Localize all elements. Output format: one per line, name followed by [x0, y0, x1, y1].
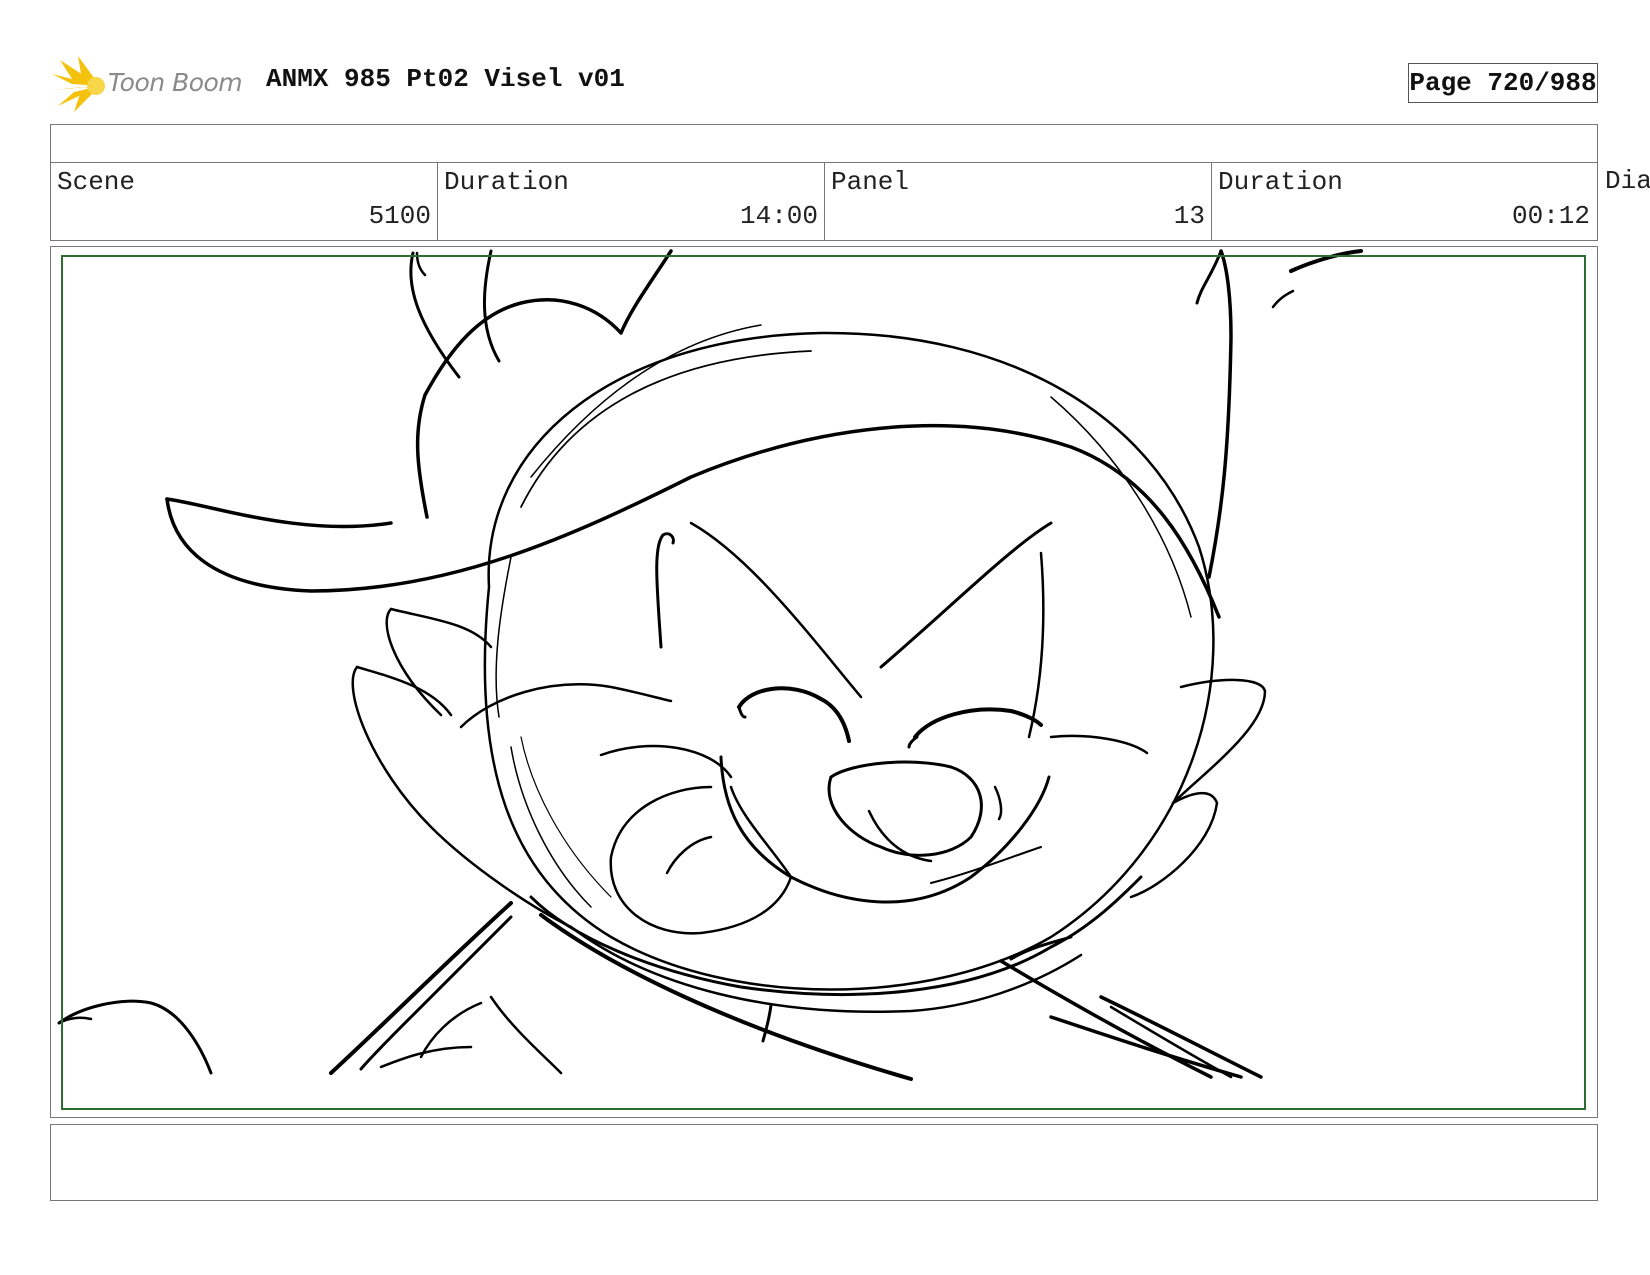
page-number-box: Page 720/988 [1408, 63, 1598, 103]
logo-wordmark: Toon Boom [108, 68, 243, 97]
scene-info-header: Scene 5100 Duration 14:00 Panel 13 Durat… [50, 124, 1598, 241]
panel-duration-label: Duration [1218, 167, 1343, 197]
scene-duration-value: 14:00 [739, 201, 818, 231]
scene-duration-label: Duration [444, 167, 569, 197]
panel-cell: Panel 13 [825, 163, 1212, 240]
scene-duration-cell: Duration 14:00 [438, 163, 825, 240]
safe-area-frame [61, 255, 1586, 1110]
toon-boom-logo: Toon Boom [52, 56, 252, 112]
scene-value: 5100 [368, 201, 431, 231]
scene-label: Scene [57, 167, 136, 197]
dialogue-label: Dia [1605, 166, 1650, 196]
panel-value: 13 [1173, 201, 1205, 231]
starburst-icon [52, 56, 105, 112]
storyboard-panel [50, 246, 1598, 1118]
panel-duration-cell: Duration 00:12 [1212, 163, 1596, 240]
panel-duration-value: 00:12 [1511, 201, 1590, 231]
scene-cell: Scene 5100 [51, 163, 438, 240]
document-title: ANMX 985 Pt02 Visel v01 [266, 64, 625, 94]
panel-label: Panel [831, 167, 910, 197]
action-notes-box [50, 1124, 1598, 1201]
